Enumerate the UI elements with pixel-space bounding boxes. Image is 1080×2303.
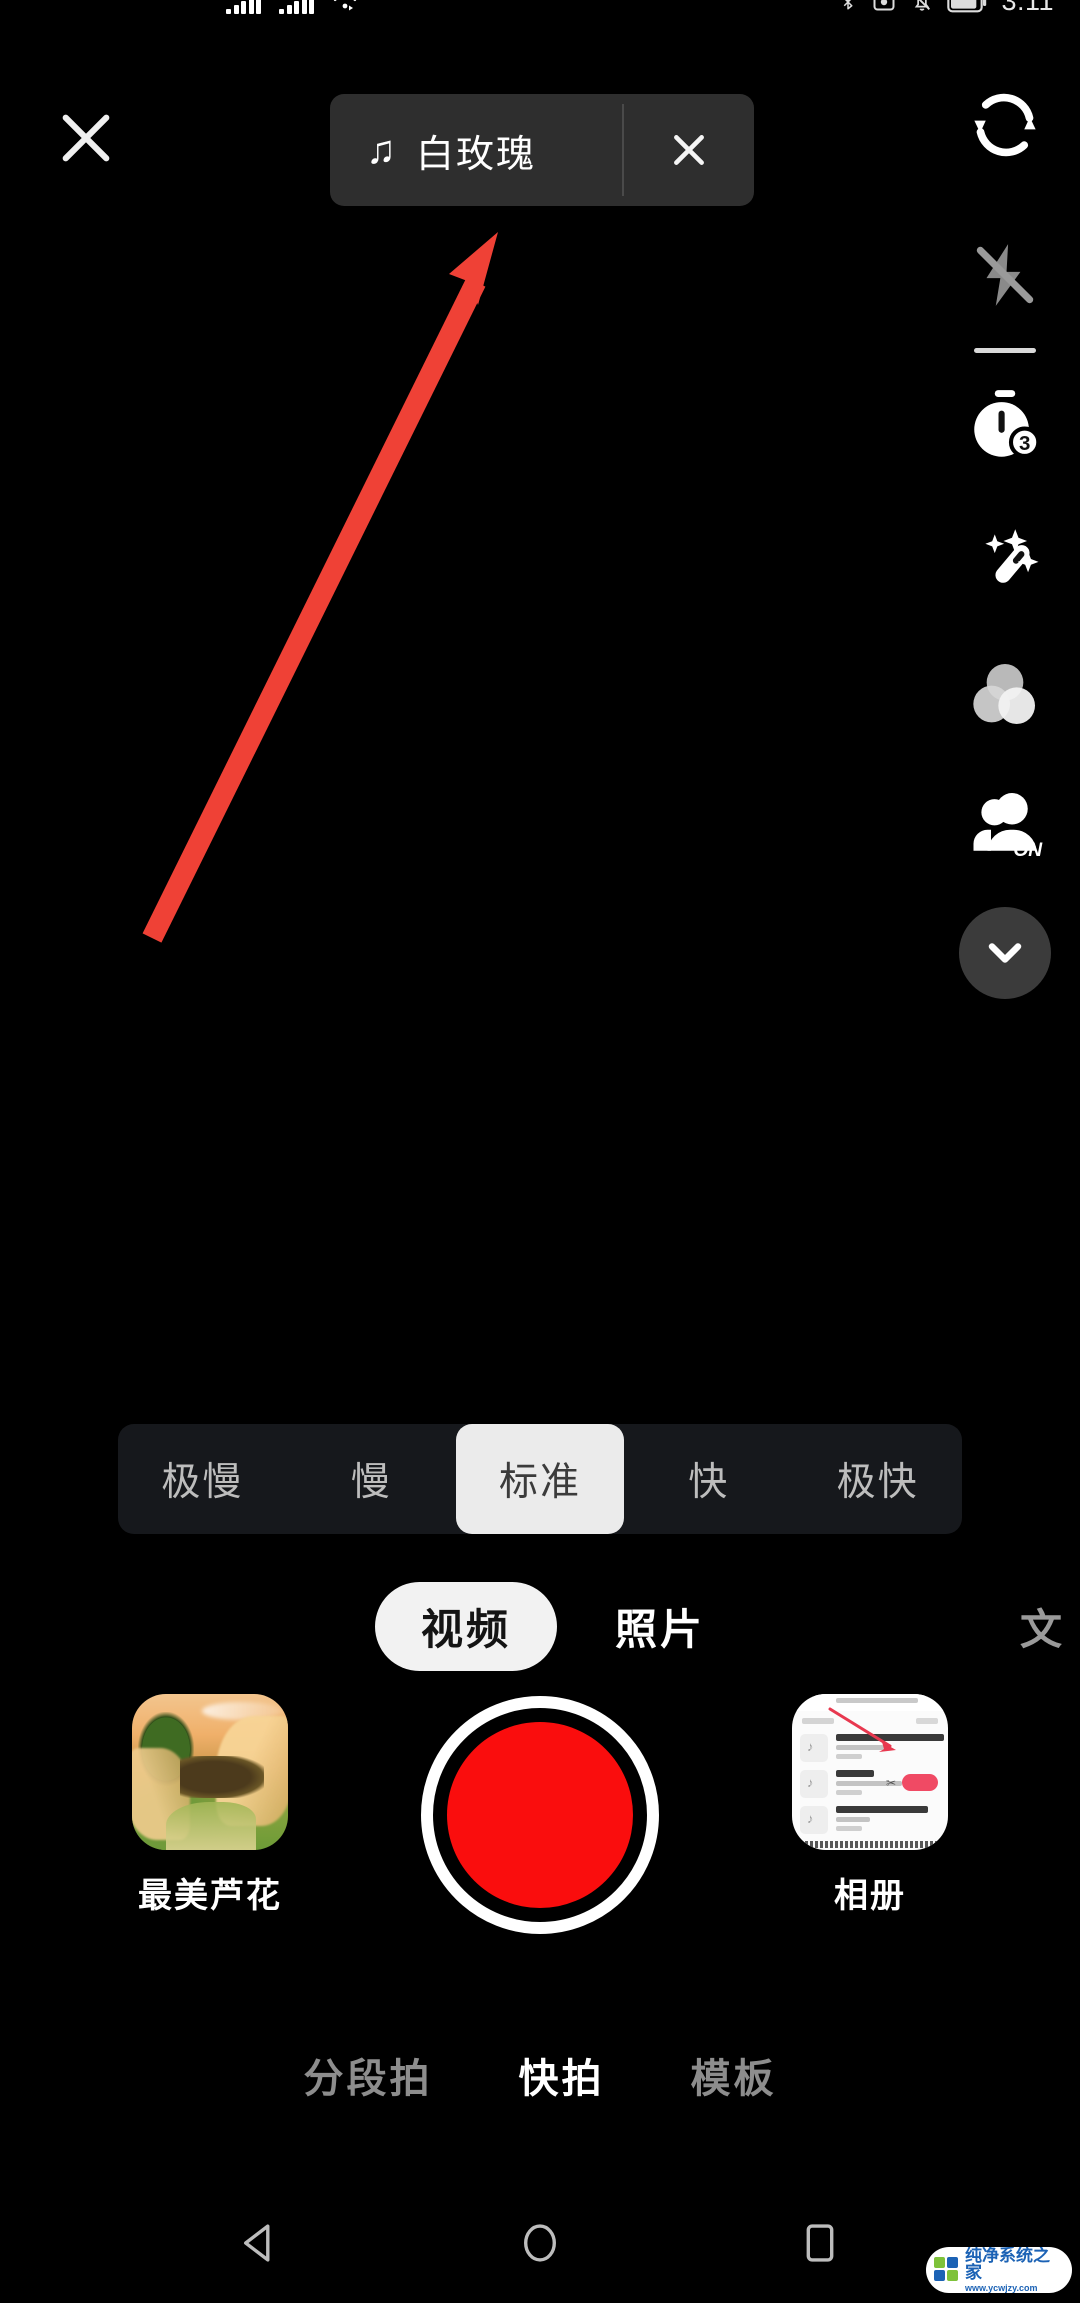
album-mock-row: ♪ ✂ — [800, 1768, 940, 1800]
bluetooth-icon — [844, 0, 853, 10]
wifi-icon — [333, 0, 357, 11]
record-button[interactable] — [421, 1696, 659, 1934]
album-mock-row-meta — [836, 1790, 862, 1795]
svg-text:3: 3 — [1019, 432, 1030, 455]
album-thumbnail[interactable]: ♪ ♪ ✂ ♪ — [792, 1694, 948, 1850]
speed-selector[interactable]: 极慢 慢 标准 快 极快 — [118, 1424, 962, 1534]
album-mock-hash-text — [800, 1841, 940, 1848]
countdown-timer-button[interactable]: 3 — [950, 371, 1060, 481]
selected-music-pill[interactable]: ♫ 白玫瑰 — [330, 94, 754, 206]
back-triangle-icon — [244, 2224, 270, 2262]
chevron-down-icon — [988, 943, 1022, 963]
top-bar: ♫ 白玫瑰 — [0, 46, 1080, 206]
timer-icon: 3 — [974, 390, 1041, 458]
album-mock-row-thumb — [800, 1734, 828, 1762]
music-title: 白玫瑰 — [416, 133, 537, 176]
album-mock-title — [836, 1698, 918, 1703]
tab-segment-shoot[interactable]: 分段拍 — [304, 2046, 433, 2104]
tab-photo[interactable]: 照片 — [615, 1596, 705, 1657]
tab-video[interactable]: 视频 — [374, 1581, 557, 1671]
album-mock-row-title — [836, 1806, 928, 1813]
album-mock-row: ♪ — [800, 1804, 940, 1836]
speed-option-standard[interactable]: 标准 — [455, 1424, 625, 1534]
flip-camera-button[interactable] — [950, 70, 1060, 180]
effect-shortcut[interactable]: 最美芦花 — [100, 1694, 320, 1917]
tab-template[interactable]: 模板 — [691, 2046, 777, 2104]
magic-wand-icon — [985, 529, 1039, 583]
capture-controls: 最美芦花 ♪ ♪ ✂ ♪ 相册 — [0, 1694, 1080, 1964]
status-bar-left — [226, 0, 358, 16]
remove-music-button[interactable] — [624, 94, 754, 206]
rail-divider — [974, 348, 1036, 353]
album-mock-row-thumb — [800, 1806, 828, 1834]
expand-tools-button[interactable] — [959, 907, 1051, 999]
nav-recents-button[interactable] — [785, 2208, 855, 2278]
album-mock-row-thumb — [800, 1770, 828, 1798]
speed-option-slow[interactable]: 慢 — [287, 1424, 456, 1534]
watermark-site-url: www.ycwjzy.com — [965, 2283, 1038, 2293]
flip-camera-icon — [974, 93, 1036, 157]
close-camera-button[interactable] — [52, 104, 120, 172]
screenshot-icon — [873, 0, 895, 11]
filters-icon — [973, 664, 1035, 724]
music-note-icon: ♪ — [807, 1775, 814, 1790]
music-note-icon: ♫ — [366, 128, 396, 172]
filters-button[interactable] — [950, 639, 1060, 749]
effect-path — [166, 1802, 256, 1850]
album-label: 相册 — [834, 1877, 906, 1915]
capture-mode-tabs: 视频 照片 文 — [0, 1578, 1080, 1674]
flash-toggle-button[interactable] — [950, 220, 1060, 330]
scissors-icon: ✂ — [885, 1776, 896, 1790]
speed-option-fast[interactable]: 快 — [624, 1424, 793, 1534]
music-note-icon: ♪ — [807, 1739, 814, 1754]
watermark-logo-icon — [934, 2257, 960, 2283]
album-mock-row-title — [836, 1770, 874, 1777]
mute-bell-icon — [915, 0, 931, 11]
watermark-site-name: 纯净系统之家 — [965, 2247, 1050, 2282]
status-bar-clock: 3:11 — [1001, 0, 1054, 16]
beauty-effects-button[interactable] — [950, 505, 1060, 615]
effect-thumbnail[interactable] — [132, 1694, 288, 1850]
signal-bars-sim2-icon — [279, 0, 314, 14]
album-shortcut[interactable]: ♪ ♪ ✂ ♪ 相册 — [760, 1694, 980, 1917]
svg-text:ON: ON — [1013, 840, 1043, 861]
flash-off-icon — [976, 244, 1034, 306]
status-bar-right: 3:11 — [839, 0, 1054, 16]
tab-quick-shoot[interactable]: 快拍 — [519, 2046, 605, 2104]
album-mock-red-arrow — [828, 1707, 896, 1752]
album-mock-use-button — [902, 1774, 938, 1791]
battery-icon — [947, 0, 987, 13]
watermark-text: 纯净系统之家 www.ycwjzy.com — [965, 2247, 1064, 2293]
status-bar: 3:11 — [0, 0, 1080, 46]
effect-label: 最美芦花 — [138, 1877, 282, 1915]
android-navigation-bar — [0, 2183, 1080, 2303]
nav-home-button[interactable] — [505, 2208, 575, 2278]
music-info[interactable]: ♫ 白玫瑰 — [330, 94, 622, 206]
music-note-icon: ♪ — [807, 1811, 814, 1826]
record-button-core — [447, 1722, 633, 1908]
tab-text[interactable]: 文 — [1020, 1596, 1080, 1657]
album-mock-row-sub — [836, 1817, 870, 1822]
camera-tools-rail: 3 ON — [930, 70, 1080, 999]
home-circle-icon — [524, 2224, 556, 2262]
recents-square-icon — [806, 2224, 834, 2262]
close-icon — [674, 135, 704, 165]
multi-person-on-icon: ON — [973, 793, 1043, 861]
nav-back-button[interactable] — [225, 2208, 295, 2278]
site-watermark: 纯净系统之家 www.ycwjzy.com — [926, 2247, 1072, 2293]
signal-bars-sim1-icon — [226, 0, 261, 14]
shooting-mode-tabs: 分段拍 快拍 模板 — [0, 2030, 1080, 2120]
album-mock-row-meta — [836, 1754, 862, 1759]
speed-option-very-slow[interactable]: 极慢 — [118, 1424, 287, 1534]
multi-person-tracking-button[interactable]: ON — [950, 773, 1060, 883]
effect-bush — [180, 1756, 264, 1798]
camera-capture-screen: 3:11 ♫ 白玫瑰 3 ON 极慢 慢 标准 快 极快 视频 照片 文 最美芦… — [0, 0, 1080, 2303]
album-mock-row-meta — [836, 1826, 862, 1831]
album-mock-header-right — [916, 1718, 938, 1724]
speed-option-very-fast[interactable]: 极快 — [793, 1424, 962, 1534]
close-icon — [62, 114, 110, 162]
